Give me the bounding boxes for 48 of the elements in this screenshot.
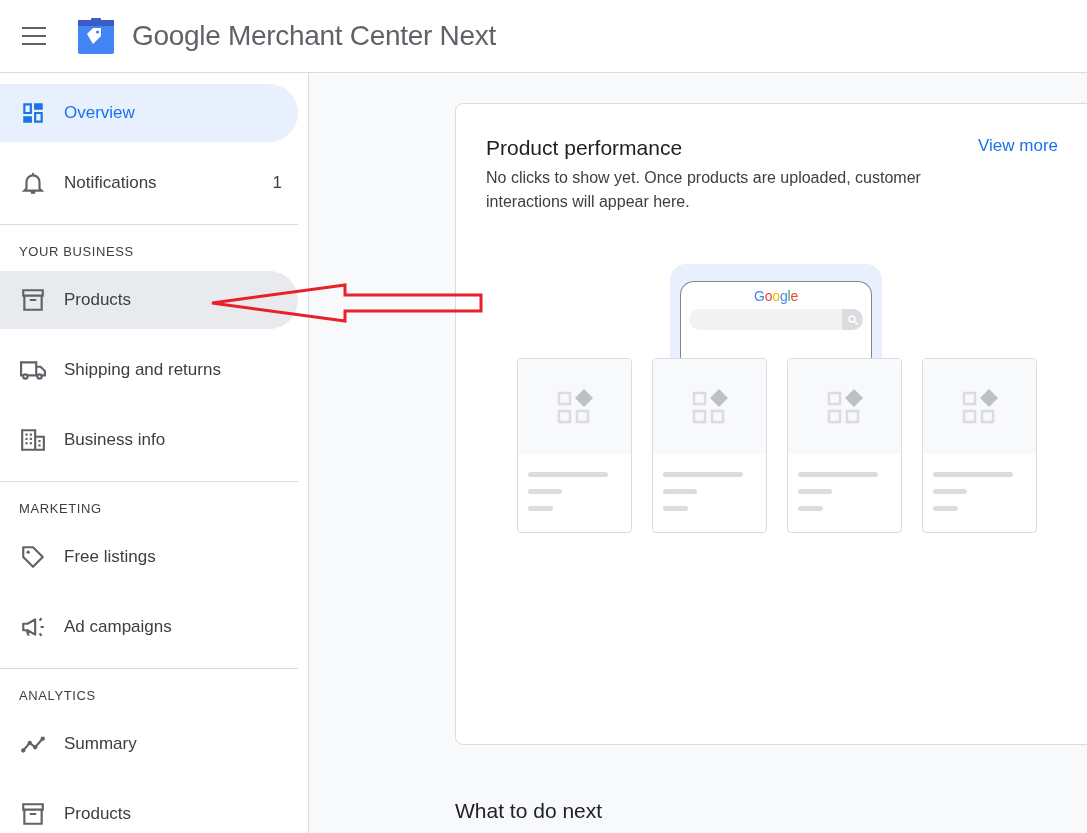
placeholder-text-line [528, 489, 562, 494]
search-logo: Google [754, 288, 798, 304]
app-title: Google Merchant Center Next [132, 20, 496, 52]
nav-item[interactable]: Overview [0, 84, 298, 142]
search-icon [847, 314, 858, 325]
product-placeholder-icon [826, 388, 863, 425]
nav-label: Free listings [64, 547, 157, 567]
notification-count: 1 [272, 173, 282, 193]
tag-logo-icon [78, 18, 114, 54]
nav-label: Notifications [64, 173, 158, 193]
product-placeholder-icon [556, 388, 593, 425]
placeholder-text-line [798, 489, 832, 494]
product-placeholder-icon [691, 388, 728, 425]
product-placeholder-icon [961, 388, 998, 425]
nav-label: Summary [64, 734, 138, 754]
archive-box-icon [20, 801, 46, 827]
view-more-link[interactable]: View more [978, 136, 1058, 160]
placeholder-text-line [663, 489, 697, 494]
section-heading: YOUR BUSINESS [18, 243, 135, 261]
nav-item[interactable]: Summary [0, 715, 298, 773]
section-heading: What to do next [455, 799, 604, 823]
placeholder-text-line [933, 506, 958, 511]
building-icon [20, 427, 46, 453]
nav-item[interactable]: Products [0, 785, 298, 833]
card-title: Product performance [486, 136, 683, 160]
section-heading: MARKETING [18, 500, 103, 518]
dashboard-icon [20, 100, 46, 126]
nav-label: Overview [64, 103, 136, 123]
nav-item[interactable]: Free listings [0, 528, 298, 586]
section-heading: ANALYTICS [18, 687, 97, 705]
nav-item[interactable]: Shipping and returns [0, 341, 298, 399]
bell-icon [20, 170, 46, 196]
nav-label: Products [64, 804, 133, 824]
nav-item[interactable]: Products [0, 271, 298, 329]
tag-icon [20, 544, 46, 570]
archive-box-icon [20, 287, 46, 313]
placeholder-text-line [798, 506, 823, 511]
nav-item[interactable]: Ad campaigns [0, 598, 298, 656]
nav-label: Business info [64, 430, 167, 450]
nav-item[interactable]: Notifications 1 [0, 154, 298, 212]
nav-label: Ad campaigns [64, 617, 173, 637]
empty-state-message: No clicks to show yet. Once products are uploaded, customer interactions will appear here. [486, 168, 922, 212]
nav-label: Products [64, 290, 133, 310]
nav-item[interactable]: Business info [0, 411, 298, 469]
nav-label: Shipping and returns [64, 360, 222, 380]
placeholder-text-line [528, 506, 553, 511]
placeholder-text-line [663, 506, 688, 511]
placeholder-text-line [933, 489, 967, 494]
